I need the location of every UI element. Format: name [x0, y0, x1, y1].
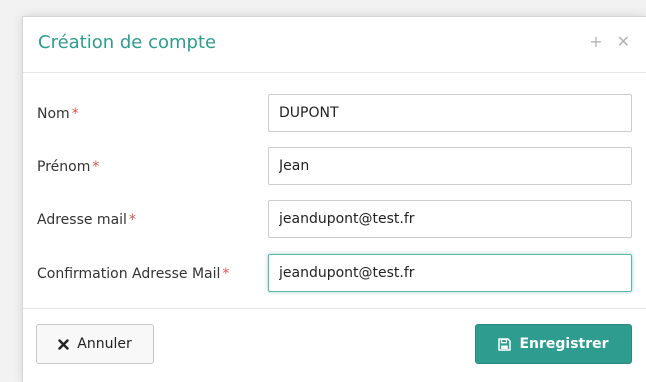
- field-label-email: Adresse mail *: [37, 212, 136, 228]
- required-marker: *: [71, 106, 79, 122]
- form-row-nom: Nom *: [23, 94, 646, 136]
- required-marker: *: [128, 212, 136, 228]
- save-button[interactable]: Enregistrer: [475, 324, 632, 364]
- required-marker: *: [92, 159, 100, 175]
- form-row-prenom: Prénom *: [23, 147, 646, 189]
- plus-icon[interactable]: +: [589, 33, 602, 51]
- dialog-footer: [23, 308, 646, 309]
- form-row-email: Adresse mail *: [23, 200, 646, 242]
- email-input[interactable]: [268, 200, 632, 238]
- nom-input[interactable]: [268, 94, 632, 132]
- cancel-button-label: Annuler: [77, 336, 132, 352]
- floppy-disk-icon: [498, 337, 512, 351]
- field-label-email-confirm: Confirmation Adresse Mail *: [37, 266, 230, 282]
- field-label-prenom: Prénom *: [37, 159, 100, 175]
- cancel-button[interactable]: Annuler: [36, 324, 154, 364]
- prenom-input[interactable]: [268, 147, 632, 185]
- dialog-header: Création de compte + ✕: [23, 17, 646, 73]
- dialog-title: Création de compte: [38, 32, 217, 53]
- times-icon: [58, 338, 69, 350]
- save-button-label: Enregistrer: [519, 336, 609, 352]
- close-icon[interactable]: ✕: [617, 33, 630, 51]
- required-marker: *: [222, 266, 230, 282]
- create-account-dialog: Création de compte + ✕ Nom* Prénom* Adre…: [22, 16, 646, 382]
- email-confirm-input[interactable]: [268, 254, 632, 292]
- header-tools: + ✕: [589, 33, 630, 51]
- field-label-nom: Nom *: [37, 106, 79, 122]
- form-row-email-confirm: Confirmation Adresse Mail *: [23, 254, 646, 296]
